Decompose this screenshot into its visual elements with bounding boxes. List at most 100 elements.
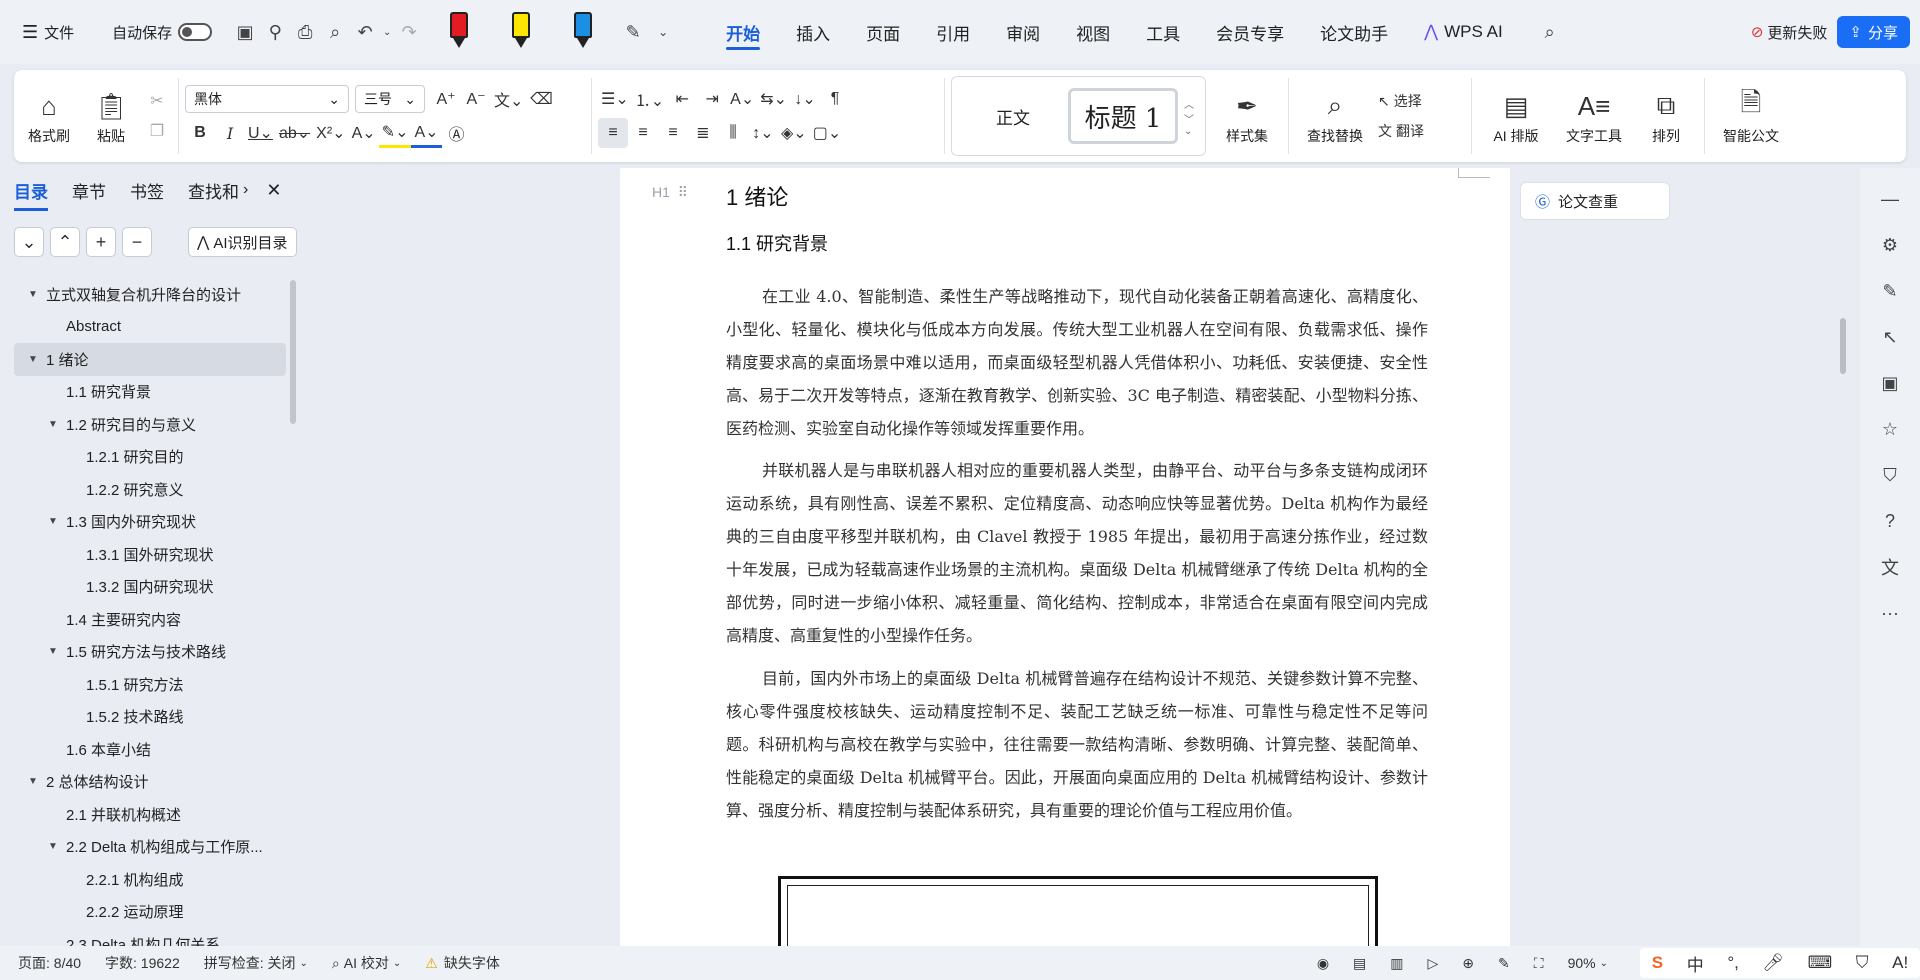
decrease-indent-icon[interactable]: ⇤ xyxy=(667,84,697,114)
play-icon[interactable]: ▷ xyxy=(1416,955,1451,972)
mic-icon[interactable]: 🎤︎ xyxy=(1762,953,1784,973)
toc-item[interactable]: ▼ 立式双轴复合机升降台的设计 xyxy=(14,278,286,311)
style-gallery-scroll[interactable]: ︿ ﹀ ⌄ xyxy=(1184,96,1194,137)
heading-level-marker[interactable]: H1 ⠿ xyxy=(652,184,688,201)
page-count[interactable]: 页面: 8/40 xyxy=(0,953,93,973)
ai-toc-button[interactable]: ⋀ AI识别目录 xyxy=(188,227,297,257)
punctuation-icon[interactable]: °, xyxy=(1727,953,1739,973)
caret-down-icon[interactable]: ▼ xyxy=(46,419,60,430)
tab-member[interactable]: 会员专享 xyxy=(1198,10,1302,54)
tab-references[interactable]: 引用 xyxy=(918,10,988,54)
translate-icon[interactable]: 文 xyxy=(1875,552,1905,582)
toc-item[interactable]: Abstract xyxy=(14,311,286,344)
undo-dropdown-icon[interactable]: ⌄ xyxy=(380,12,394,52)
toc-item[interactable]: 1.5.1 研究方法 xyxy=(14,668,286,701)
align-right-icon[interactable]: ≡ xyxy=(658,118,688,148)
tab-tools[interactable]: 工具 xyxy=(1128,10,1198,54)
tab-wps-ai[interactable]: ⋀ WPS AI xyxy=(1406,10,1521,54)
toc-item[interactable]: ▼ 2.2 Delta 机构组成与工作原... xyxy=(14,831,286,864)
update-status[interactable]: ⊘ 更新失败 xyxy=(1751,22,1828,43)
print-icon[interactable]: ⎙ xyxy=(290,12,320,52)
style-set-button[interactable]: ✒ 样式集 xyxy=(1212,76,1282,156)
page-view-icon[interactable]: ▤ xyxy=(1341,955,1378,972)
spell-check[interactable]: 拼写检查: 关闭 ⌄ xyxy=(192,953,320,973)
undo-icon[interactable]: ↶ xyxy=(350,12,380,52)
expand-button[interactable]: ⌃ xyxy=(50,227,80,257)
sogou-icon[interactable]: S xyxy=(1652,953,1663,973)
toc-item[interactable]: 1.3.2 国内研究现状 xyxy=(14,571,286,604)
outline-view-icon[interactable]: ▥ xyxy=(1378,955,1415,972)
font-size-select[interactable]: 三号 ⌄ xyxy=(355,85,425,113)
toc-item[interactable]: 1.2.2 研究意义 xyxy=(14,473,286,506)
bold-icon[interactable]: B xyxy=(185,118,215,148)
nav-tab-sections[interactable]: 章节 xyxy=(72,178,106,203)
line-spacing-icon[interactable]: ↕⌄ xyxy=(748,118,778,148)
caret-down-icon[interactable]: ▼ xyxy=(26,289,40,300)
zoom-level[interactable]: 90% ⌄ xyxy=(1556,955,1620,971)
missing-font[interactable]: ⚠ 缺失字体 xyxy=(413,953,512,973)
strikethrough-icon[interactable]: ab⌄ xyxy=(276,118,313,148)
caret-down-icon[interactable]: ▼ xyxy=(46,841,60,852)
share-button[interactable]: ⇪ 分享 xyxy=(1837,16,1910,48)
tab-page[interactable]: 页面 xyxy=(848,10,918,54)
align-left-icon[interactable]: ≡ xyxy=(598,118,628,148)
heading-2[interactable]: 1.1 研究背景 xyxy=(726,230,828,256)
toc-item[interactable]: ▼ 1.2 研究目的与意义 xyxy=(14,408,286,441)
select-button[interactable]: ↖ 选择 xyxy=(1375,86,1465,116)
skin-icon[interactable]: ⛉ xyxy=(1856,953,1869,973)
copy-icon[interactable]: ❐ xyxy=(142,116,172,146)
toc-item[interactable]: 2.2.2 运动原理 xyxy=(14,896,286,929)
arrange-button[interactable]: ⧉ 排列 xyxy=(1634,76,1698,156)
paragraph-3[interactable]: 目前，国内外市场上的桌面级 Delta 机械臂普遍存在结构设计不规范、关键参数计… xyxy=(726,662,1428,827)
pen-blue[interactable] xyxy=(572,12,594,52)
underline-icon[interactable]: U⌄ xyxy=(245,118,276,148)
align-center-icon[interactable]: ≡ xyxy=(628,118,658,148)
bullet-list-icon[interactable]: ☰⌄ xyxy=(598,84,632,114)
text-tools-button[interactable]: A≡ 文字工具 xyxy=(1554,76,1634,156)
autosave-toggle[interactable] xyxy=(178,23,213,41)
more-icon[interactable]: ··· xyxy=(1875,598,1905,628)
paragraph-1[interactable]: 在工业 4.0、智能制造、柔性生产等战略推动下，现代自动化装备正朝着高速化、高精… xyxy=(726,280,1428,445)
pen-red[interactable] xyxy=(448,12,470,52)
help-icon[interactable]: ? xyxy=(1875,506,1905,536)
write-icon[interactable]: ✎ xyxy=(1486,955,1522,972)
sliders-icon[interactable]: ⚙ xyxy=(1875,230,1905,260)
fit-page-icon[interactable]: ⛶ xyxy=(1522,955,1556,972)
nav-tab-toc[interactable]: 目录 xyxy=(14,178,48,211)
pen-yellow[interactable] xyxy=(510,12,532,52)
add-heading-button[interactable]: + xyxy=(86,227,116,257)
format-painter-button[interactable]: ⌂ 格式刷 xyxy=(18,76,80,156)
ink-dropdown-icon[interactable]: ⌄ xyxy=(648,12,678,52)
paper-check-button[interactable]: Ⓖ 论文查重 xyxy=(1520,182,1670,220)
toc-item[interactable]: 1.3.1 国外研究现状 xyxy=(14,538,286,571)
caret-down-icon[interactable]: ▼ xyxy=(46,516,60,527)
ai-layout-button[interactable]: ▤ AI 排版 xyxy=(1478,76,1554,156)
ime-lang[interactable]: 中 xyxy=(1687,951,1704,976)
eye-icon[interactable]: ◉ xyxy=(1305,955,1341,972)
ink-pen-icon[interactable]: ✎ xyxy=(618,12,648,52)
distribute-icon[interactable]: ⫼ xyxy=(718,118,748,148)
shading-icon[interactable]: ◈⌄ xyxy=(778,118,810,148)
file-menu[interactable]: ☰ 文件 xyxy=(14,12,82,52)
caret-down-icon[interactable]: ▼ xyxy=(26,354,40,365)
char-border-icon[interactable]: Ⓐ xyxy=(442,118,472,148)
nav-tab-bookmarks[interactable]: 书签 xyxy=(130,178,164,203)
redo-icon[interactable]: ↷ xyxy=(394,12,424,52)
collapse-button[interactable]: ⌄ xyxy=(14,227,44,257)
toc-item[interactable]: ▼ 1.3 国内外研究现状 xyxy=(14,506,286,539)
font-name-select[interactable]: 黑体 ⌄ xyxy=(185,85,349,113)
tab-review[interactable]: 审阅 xyxy=(988,10,1058,54)
document-scrollbar[interactable] xyxy=(1836,168,1850,946)
tab-view[interactable]: 视图 xyxy=(1058,10,1128,54)
caret-down-icon[interactable]: ▼ xyxy=(46,646,60,657)
image-icon[interactable]: ▣ xyxy=(1875,368,1905,398)
translate-button[interactable]: 文 翻译 xyxy=(1375,116,1465,146)
grow-font-icon[interactable]: A⁺ xyxy=(431,84,461,114)
paragraph-2[interactable]: 并联机器人是与串联机器人相对应的重要机器人类型，由静平台、动平台与多条支链构成闭… xyxy=(726,454,1428,652)
close-icon[interactable]: ✕ xyxy=(266,180,281,201)
sort-icon[interactable]: ↓⌄ xyxy=(790,84,820,114)
paste-button[interactable]: 📋︎ 粘贴 xyxy=(80,76,142,156)
text-effect-icon[interactable]: A⌄ xyxy=(349,118,379,148)
toc-item[interactable]: ▼ 1.5 研究方法与技术路线 xyxy=(14,636,286,669)
toc-item[interactable]: 1.6 本章小结 xyxy=(14,733,286,766)
